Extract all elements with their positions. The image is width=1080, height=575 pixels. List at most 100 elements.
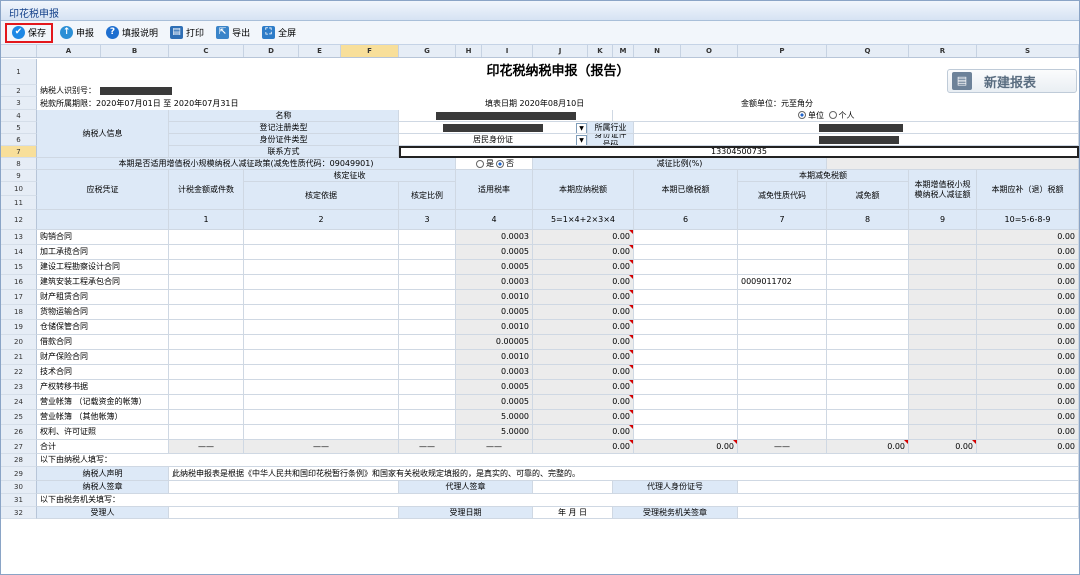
row-header-11[interactable]: 11 (1, 196, 37, 210)
relief-amount-input[interactable] (827, 425, 909, 440)
row-header-1[interactable]: 1 (1, 59, 37, 85)
ratio-input[interactable] (399, 365, 456, 380)
column-header-E[interactable]: E (299, 45, 341, 57)
column-header-M[interactable]: M (613, 45, 634, 57)
amount-input[interactable] (169, 425, 244, 440)
relief-code-select[interactable] (738, 395, 827, 410)
column-header-C[interactable]: C (169, 45, 244, 57)
dropdown-arrow-icon[interactable]: ▼ (576, 123, 587, 133)
basis-input[interactable] (244, 245, 399, 260)
relief-amount-input[interactable] (827, 365, 909, 380)
column-header-A[interactable]: A (37, 45, 101, 57)
row-header-26[interactable]: 26 (1, 425, 37, 440)
row-header-20[interactable]: 20 (1, 335, 37, 350)
relief-amount-input[interactable] (827, 275, 909, 290)
column-header-K[interactable]: K (588, 45, 613, 57)
reg-type-select[interactable]: ▼ (399, 122, 588, 134)
row-header-5[interactable]: 5 (1, 122, 37, 134)
ratio-input[interactable] (399, 425, 456, 440)
paid-input[interactable] (634, 290, 738, 305)
ratio-input[interactable] (399, 230, 456, 245)
column-header-R[interactable]: R (909, 45, 977, 57)
row-header-27[interactable]: 27 (1, 440, 37, 454)
amount-input[interactable] (169, 395, 244, 410)
ratio-input[interactable] (399, 350, 456, 365)
contact-input[interactable]: 13304500735 (399, 146, 1079, 158)
row-header-14[interactable]: 14 (1, 245, 37, 260)
relief-code-select[interactable] (738, 365, 827, 380)
ratio-input[interactable] (399, 290, 456, 305)
row-header-16[interactable]: 16 (1, 275, 37, 290)
ratio-input[interactable] (399, 275, 456, 290)
column-header-H[interactable]: H (456, 45, 482, 57)
ratio-input[interactable] (399, 305, 456, 320)
small-scale-radio[interactable]: 是 否 (456, 158, 533, 170)
column-header-S[interactable]: S (977, 45, 1079, 57)
paid-input[interactable] (634, 335, 738, 350)
relief-code-select[interactable] (738, 305, 827, 320)
row-header-8[interactable]: 8 (1, 158, 37, 170)
row-header-7[interactable]: 7 (1, 146, 37, 158)
basis-input[interactable] (244, 335, 399, 350)
toolbar-help-button[interactable]: ? 填报说明 (101, 23, 163, 43)
relief-code-select[interactable] (738, 245, 827, 260)
relief-code-select[interactable] (738, 335, 827, 350)
row-header-9[interactable]: 9 (1, 170, 37, 182)
row-header-15[interactable]: 15 (1, 260, 37, 275)
row-header-4[interactable]: 4 (1, 110, 37, 122)
column-header-P[interactable]: P (738, 45, 827, 57)
row-header-12[interactable]: 12 (1, 210, 37, 230)
basis-input[interactable] (244, 410, 399, 425)
column-header-F[interactable]: F (341, 45, 399, 57)
paid-input[interactable] (634, 305, 738, 320)
row-header-32[interactable]: 32 (1, 507, 37, 519)
basis-input[interactable] (244, 260, 399, 275)
paid-input[interactable] (634, 350, 738, 365)
relief-amount-input[interactable] (827, 395, 909, 410)
toolbar-save-check-button[interactable]: ✔ 保存 (5, 22, 54, 43)
paid-input[interactable] (634, 395, 738, 410)
relief-amount-input[interactable] (827, 350, 909, 365)
ratio-input[interactable] (399, 335, 456, 350)
relief-code-select[interactable] (738, 350, 827, 365)
amount-input[interactable] (169, 380, 244, 395)
row-header-10[interactable]: 10 (1, 182, 37, 196)
row-header-3[interactable]: 3 (1, 97, 37, 110)
paid-input[interactable] (634, 260, 738, 275)
row-header-30[interactable]: 30 (1, 481, 37, 494)
column-header-G[interactable]: G (399, 45, 456, 57)
amount-input[interactable] (169, 275, 244, 290)
amount-input[interactable] (169, 230, 244, 245)
unit-or-person[interactable]: 单位 个人 (613, 110, 1079, 122)
paid-input[interactable] (634, 365, 738, 380)
paid-input[interactable] (634, 245, 738, 260)
column-header-I[interactable]: I (482, 45, 533, 57)
basis-input[interactable] (244, 425, 399, 440)
column-header-Q[interactable]: Q (827, 45, 909, 57)
paid-input[interactable] (634, 230, 738, 245)
amount-input[interactable] (169, 320, 244, 335)
relief-amount-input[interactable] (827, 320, 909, 335)
paid-input[interactable] (634, 425, 738, 440)
paid-input[interactable] (634, 380, 738, 395)
column-header-N[interactable]: N (634, 45, 681, 57)
amount-input[interactable] (169, 260, 244, 275)
row-header-2[interactable]: 2 (1, 85, 37, 97)
basis-input[interactable] (244, 380, 399, 395)
relief-code-select[interactable] (738, 260, 827, 275)
column-header-O[interactable]: O (681, 45, 738, 57)
agent-sign-input[interactable] (533, 481, 613, 494)
column-header-J[interactable]: J (533, 45, 588, 57)
relief-code-select[interactable] (738, 320, 827, 335)
toolbar-export-button[interactable]: ⇱ 导出 (211, 23, 255, 43)
agent-id-input[interactable] (738, 481, 1079, 494)
amount-input[interactable] (169, 365, 244, 380)
row-header-25[interactable]: 25 (1, 410, 37, 425)
row-header-6[interactable]: 6 (1, 134, 37, 146)
basis-input[interactable] (244, 320, 399, 335)
row-header-19[interactable]: 19 (1, 320, 37, 335)
paid-input[interactable] (634, 275, 738, 290)
amount-input[interactable] (169, 350, 244, 365)
relief-code-select[interactable] (738, 380, 827, 395)
basis-input[interactable] (244, 395, 399, 410)
